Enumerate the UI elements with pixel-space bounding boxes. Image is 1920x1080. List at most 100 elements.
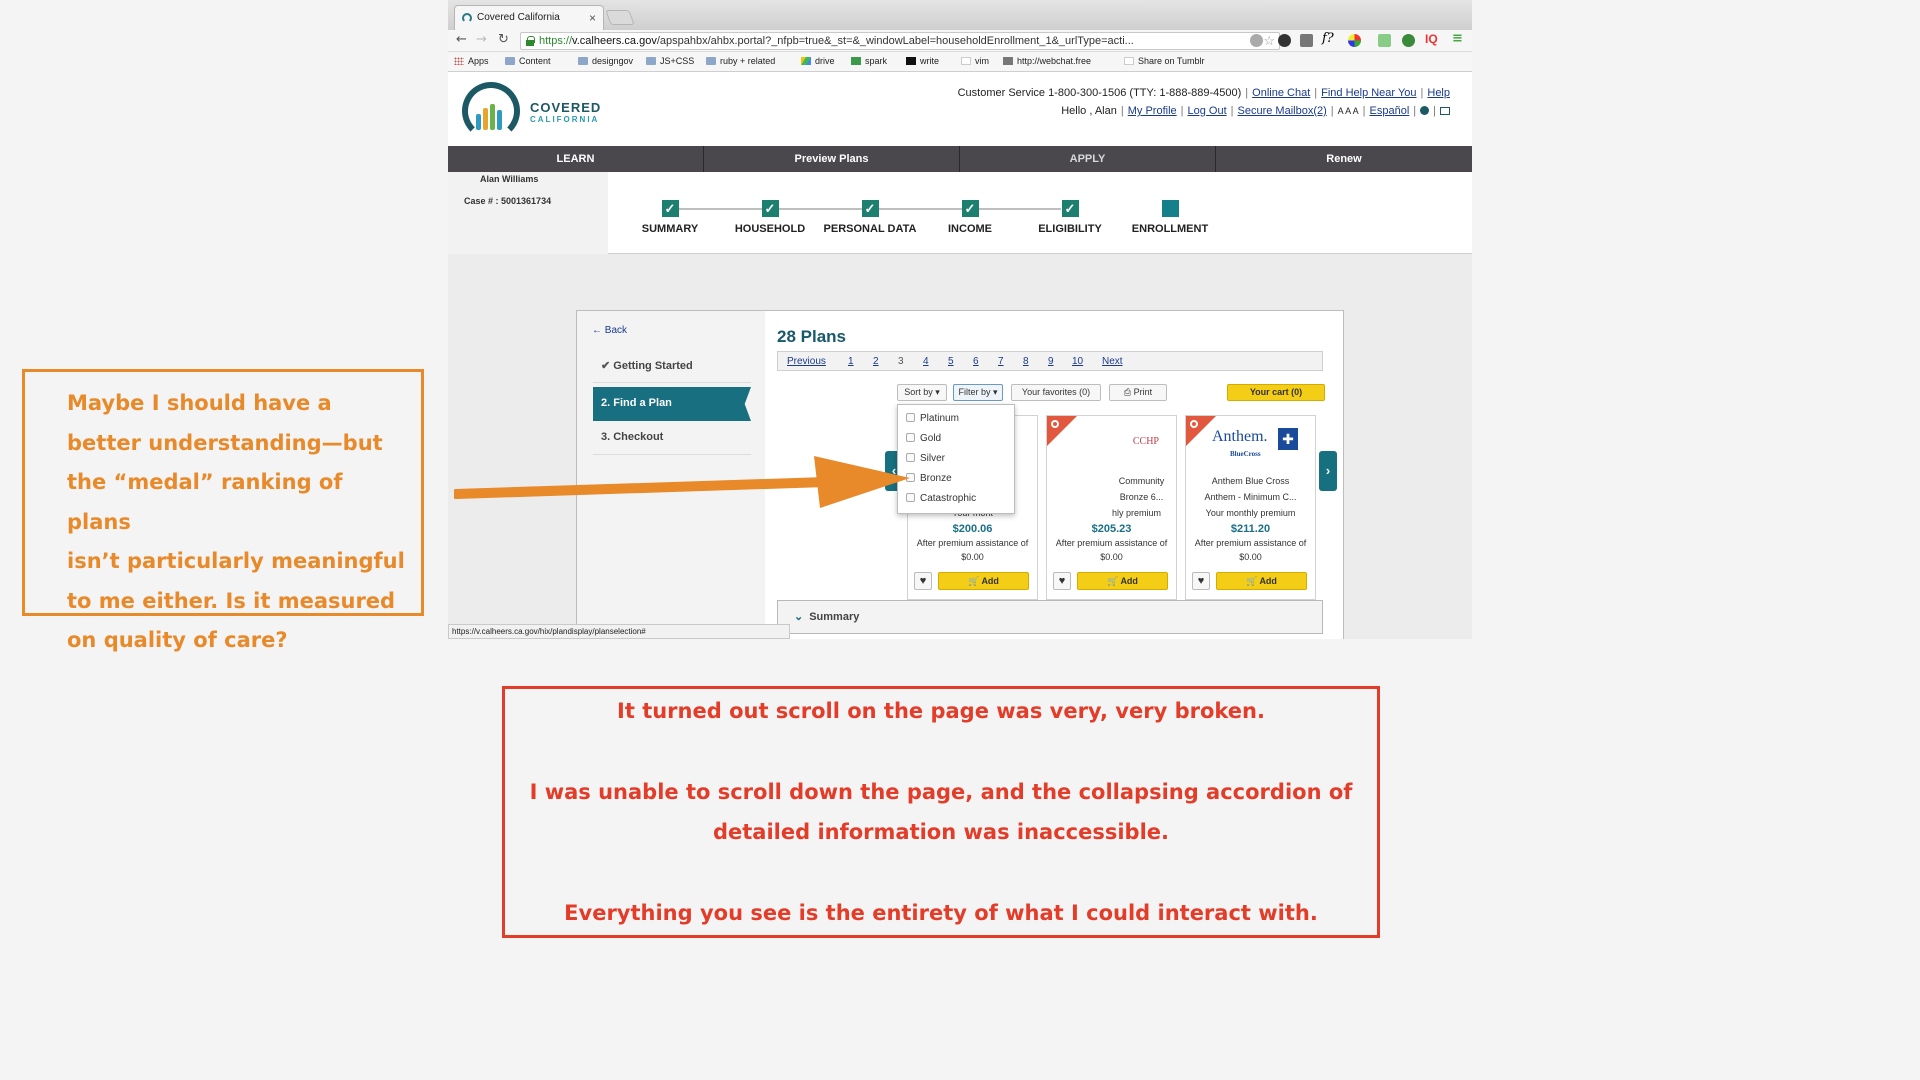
pager-page[interactable]: 1 [848, 356, 854, 367]
color-wheel-icon[interactable] [1348, 34, 1361, 47]
nav-renew[interactable]: Renew [1216, 146, 1472, 172]
pager-page[interactable]: 2 [873, 356, 879, 367]
plan-card: Anthem. ✚ BlueCross Anthem Blue Cross An… [1185, 415, 1316, 600]
back-arrow-icon[interactable]: ← [456, 32, 467, 47]
filter-by-button[interactable]: Filter by ▾ [953, 384, 1003, 401]
bookmark-write[interactable]: write [906, 56, 939, 66]
bookmark-label: drive [815, 56, 835, 66]
pager-page[interactable]: 8 [1023, 356, 1029, 367]
add-to-cart-button[interactable]: 🛒 Add [1216, 572, 1307, 590]
pager-page[interactable]: 5 [948, 356, 954, 367]
close-icon[interactable]: × [589, 11, 596, 25]
bookmark-folder[interactable]: Content [505, 56, 551, 66]
bookmark-label: Content [519, 56, 551, 66]
print-button[interactable]: ⎙ Print [1109, 384, 1167, 401]
step-enrollment: ENROLLMENT [1115, 200, 1225, 235]
font-size-control[interactable]: A A A [1338, 106, 1359, 116]
bookmark-folder[interactable]: designgov [578, 56, 633, 66]
nav-learn[interactable]: LEARN [448, 146, 704, 172]
bookmark-folder[interactable]: JS+CSS [646, 56, 694, 66]
filter-option-platinum[interactable]: Platinum [906, 413, 959, 429]
print-icon[interactable] [1440, 107, 1450, 115]
globe-icon[interactable] [1420, 106, 1430, 115]
site-header: COVERED CALIFORNIA Customer Service 1-80… [448, 72, 1472, 146]
add-label: Add [981, 576, 999, 586]
checkbox[interactable] [906, 433, 915, 442]
cart-button[interactable]: Your cart (0) [1227, 384, 1325, 401]
iq-icon[interactable]: IQ [1425, 32, 1445, 46]
new-tab-button[interactable] [605, 10, 635, 25]
add-label: Add [1259, 576, 1277, 586]
pager-next[interactable]: Next [1102, 356, 1123, 367]
extension-icon[interactable] [1378, 34, 1391, 47]
bookmark-apps[interactable]: Apps [454, 56, 489, 66]
bookmark-vim[interactable]: vim [961, 56, 989, 66]
favorites-button[interactable]: Your favorites (0) [1011, 384, 1101, 401]
reload-icon[interactable]: ↻ [498, 32, 509, 47]
function-icon[interactable]: f? [1322, 31, 1335, 46]
browser-tab[interactable]: Covered California × [454, 5, 604, 30]
filter-option-gold[interactable]: Gold [906, 433, 941, 449]
left-nav-find-a-plan[interactable]: 2. Find a Plan [593, 387, 751, 421]
favorite-heart-icon[interactable]: ♥ [1053, 572, 1071, 590]
bookmark-drive[interactable]: drive [801, 56, 835, 66]
menu-icon[interactable]: ≡ [1452, 31, 1465, 46]
online-chat-link[interactable]: Online Chat [1252, 87, 1310, 99]
carousel-next-button[interactable]: › [1319, 451, 1337, 491]
pocket-icon[interactable] [1300, 34, 1313, 47]
step-eligibility: ✓ ELIGIBILITY [1015, 200, 1125, 235]
step-label: HOUSEHOLD [734, 223, 806, 235]
left-nav-getting-started[interactable]: ✔ Getting Started [593, 349, 751, 383]
back-link[interactable]: ← Back [592, 325, 627, 336]
sort-by-button[interactable]: Sort by ▾ [897, 384, 947, 401]
pager-page[interactable]: 7 [998, 356, 1004, 367]
bookmark-label: spark [865, 56, 888, 66]
favorite-heart-icon[interactable]: ♥ [1192, 572, 1210, 590]
medium-icon [906, 57, 916, 65]
main-nav: LEARN Preview Plans APPLY Renew [448, 146, 1472, 172]
add-to-cart-button[interactable]: 🛒 Add [1077, 572, 1168, 590]
summary-accordion[interactable]: ⌄ Summary [777, 600, 1323, 634]
my-profile-link[interactable]: My Profile [1128, 105, 1177, 117]
espanol-link[interactable]: Español [1370, 105, 1410, 117]
check-icon: ✓ [761, 200, 779, 217]
pager-previous[interactable]: Previous [787, 356, 826, 367]
find-help-link[interactable]: Find Help Near You [1321, 87, 1416, 99]
annotation-line: Everything you see is the entirety of wh… [564, 901, 1318, 925]
add-to-cart-button[interactable]: 🛒 Add [938, 572, 1029, 590]
case-number: Case # : 5001361734 [464, 196, 552, 206]
webchat-icon [1003, 57, 1013, 65]
pager-page[interactable]: 6 [973, 356, 979, 367]
bookmark-spark[interactable]: spark [851, 56, 887, 66]
address-bar[interactable]: https://v.calheers.ca.gov/apspahbx/ahbx.… [520, 32, 1280, 50]
extension-icon[interactable] [1250, 34, 1263, 47]
assistance-amount: $0.00 [1239, 552, 1262, 562]
pager-page[interactable]: 10 [1072, 356, 1083, 367]
check-icon: ✓ [661, 200, 679, 217]
filter-option-catastrophic[interactable]: Catastrophic [906, 493, 976, 509]
checkbox[interactable] [906, 413, 915, 422]
plan-price: $200.06 [952, 523, 993, 535]
help-link[interactable]: Help [1427, 87, 1450, 99]
assistance-label: After premium assistance of [1055, 538, 1168, 548]
log-out-link[interactable]: Log Out [1188, 105, 1227, 117]
favorite-heart-icon[interactable]: ♥ [914, 572, 932, 590]
forward-arrow-icon[interactable]: → [476, 32, 487, 47]
covered-california-logo[interactable]: COVERED CALIFORNIA [462, 82, 600, 140]
secure-mailbox-link[interactable]: Secure Mailbox(2) [1238, 105, 1327, 117]
url-path: /apspahbx/ahbx.portal?_nfpb=true&_st=&_w… [656, 35, 1134, 47]
bookmark-star-icon[interactable]: ☆ [1263, 33, 1275, 49]
logo-subtext: CALIFORNIA [530, 115, 600, 124]
pager-page[interactable]: 4 [923, 356, 929, 367]
plan-logo-text: CCHP [1132, 436, 1159, 447]
nav-apply[interactable]: APPLY [960, 146, 1216, 172]
nav-preview-plans[interactable]: Preview Plans [704, 146, 960, 172]
extension-icon[interactable] [1402, 34, 1415, 47]
extension-icon[interactable] [1278, 34, 1291, 47]
left-nav-checkout[interactable]: 3. Checkout [593, 421, 751, 455]
bookmark-webchat[interactable]: http://webchat.free [1003, 56, 1091, 66]
bookmark-tumblr[interactable]: Share on Tumblr [1124, 56, 1205, 66]
plans-count-title: 28 Plans [777, 327, 846, 346]
bookmark-folder[interactable]: ruby + related [706, 56, 775, 66]
pager-page[interactable]: 9 [1048, 356, 1054, 367]
